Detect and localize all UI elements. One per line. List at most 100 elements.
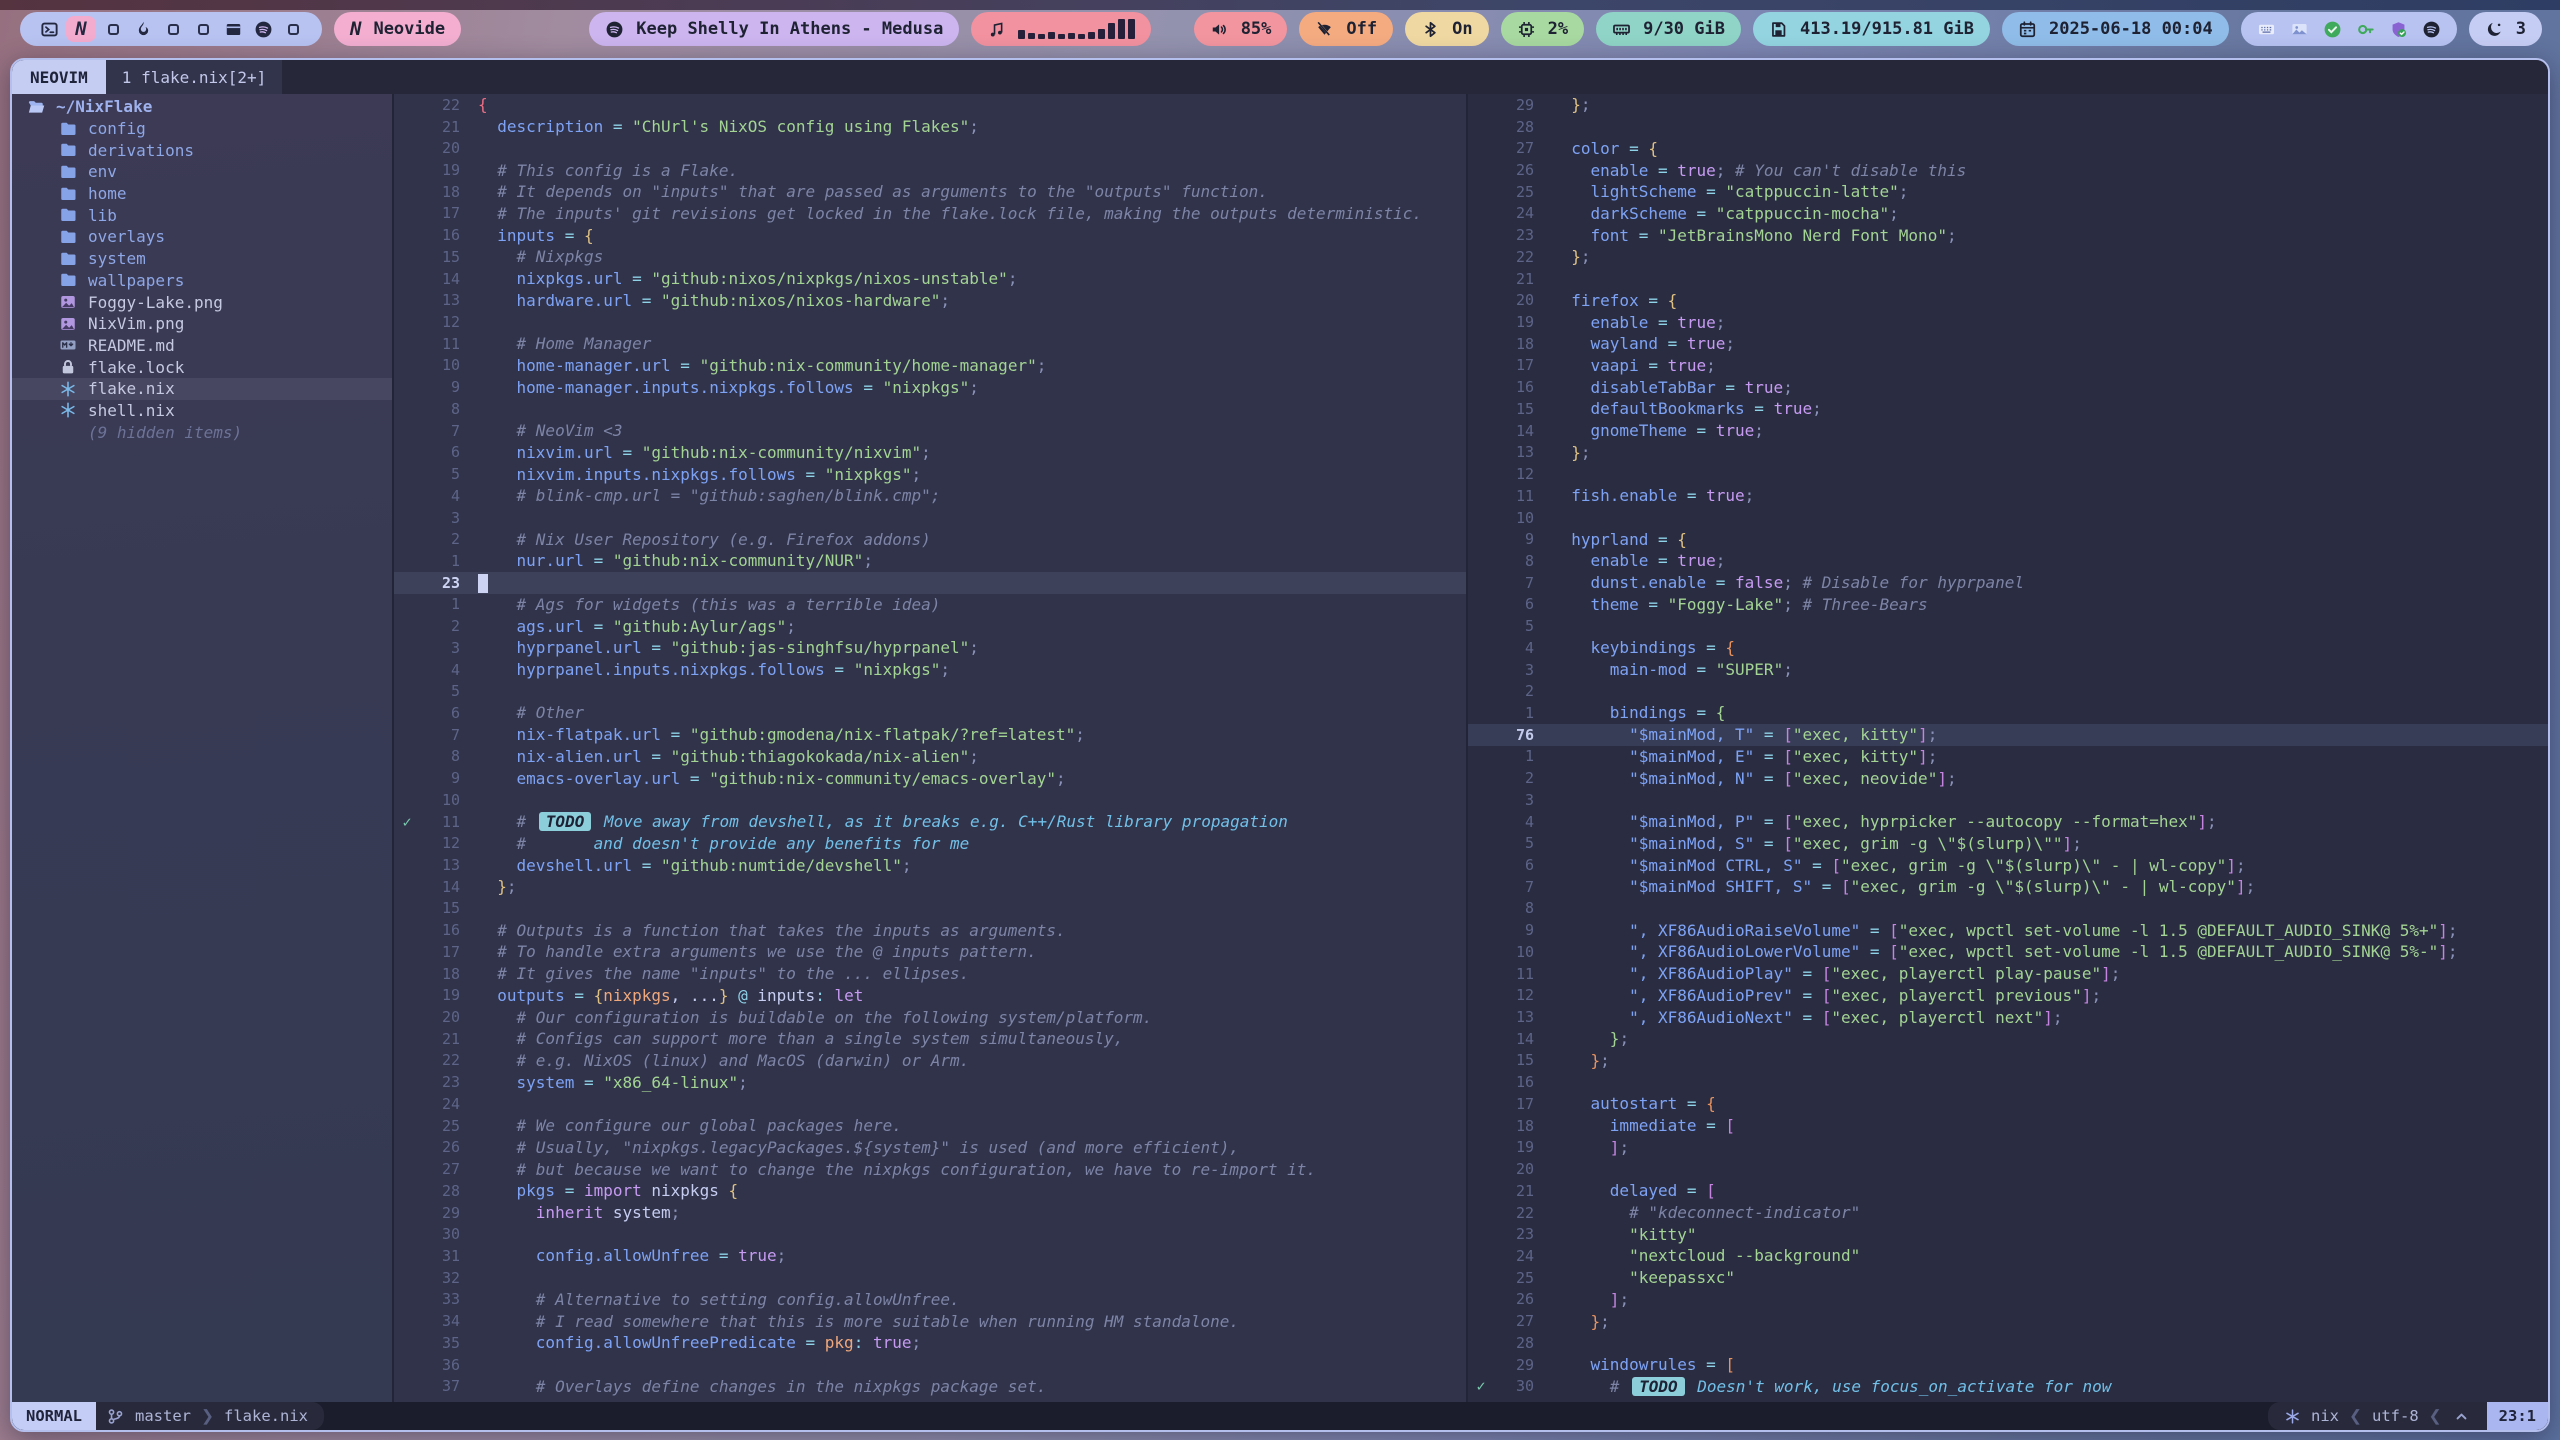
code-line[interactable]: 18 immediate = [ <box>1468 1115 2548 1137</box>
code-line[interactable]: 9 hyprland = { <box>1468 528 2548 550</box>
tree-item-env[interactable]: env <box>12 161 392 183</box>
workspace-9-empty[interactable] <box>278 16 308 42</box>
shield-check-icon[interactable] <box>2389 20 2408 39</box>
code-line[interactable]: 17 # To handle extra arguments we use th… <box>394 941 1466 963</box>
code-line[interactable]: ✓30 # TODO Doesn't work, use focus_on_ac… <box>1468 1375 2548 1397</box>
code-line[interactable]: 23 <box>394 572 1466 594</box>
code-line[interactable]: 8 nix-alien.url = "github:thiagokokada/n… <box>394 746 1466 768</box>
code-line[interactable]: 17 autostart = { <box>1468 1093 2548 1115</box>
code-line[interactable]: 13 hardware.url = "github:nixos/nixos-ha… <box>394 289 1466 311</box>
code-line[interactable]: 34 # I read somewhere that this is more … <box>394 1310 1466 1332</box>
code-line[interactable]: 17 vaapi = true; <box>1468 355 2548 377</box>
code-line[interactable]: 16 inputs = { <box>394 224 1466 246</box>
code-line[interactable]: 1 "$mainMod, E" = ["exec, kitty"]; <box>1468 746 2548 768</box>
code-line[interactable]: 4 hyprpanel.inputs.nixpkgs.follows = "ni… <box>394 659 1466 681</box>
code-line[interactable]: 11 # Home Manager <box>394 333 1466 355</box>
code-line[interactable]: 4 # blink-cmp.url = "github:saghen/blink… <box>394 485 1466 507</box>
code-line[interactable]: 19 outputs = {nixpkgs, ...} @ inputs: le… <box>394 984 1466 1006</box>
code-line[interactable]: 14 }; <box>394 876 1466 898</box>
code-line[interactable]: 23 "kitty" <box>1468 1223 2548 1245</box>
code-line[interactable]: 35 config.allowUnfreePredicate = pkg: tr… <box>394 1332 1466 1354</box>
code-line[interactable]: 15 defaultBookmarks = true; <box>1468 398 2548 420</box>
code-line[interactable]: 16 # Outputs is a function that takes th… <box>394 919 1466 941</box>
code-line[interactable]: 27 }; <box>1468 1310 2548 1332</box>
code-line[interactable]: 16 <box>1468 1071 2548 1093</box>
workspace-5-empty[interactable] <box>158 16 188 42</box>
code-line[interactable]: 26 # Usually, "nixpkgs.legacyPackages.${… <box>394 1137 1466 1159</box>
code-line[interactable]: 26 enable = true; # You can't disable th… <box>1468 159 2548 181</box>
disk-pill[interactable]: 413.19/915.81 GiB <box>1753 12 1990 46</box>
code-line[interactable]: 33 # Alternative to setting config.allow… <box>394 1289 1466 1311</box>
code-line[interactable]: 15 }; <box>1468 1050 2548 1072</box>
code-line[interactable]: 21 # Configs can support more than a sin… <box>394 1028 1466 1050</box>
code-line[interactable]: 2 "$mainMod, N" = ["exec, neovide"]; <box>1468 767 2548 789</box>
code-line[interactable]: 22 # "kdeconnect-indicator" <box>1468 1202 2548 1224</box>
code-line[interactable]: 29 }; <box>1468 94 2548 116</box>
code-line[interactable]: 6 # Other <box>394 702 1466 724</box>
editor-pane-left[interactable]: 22{21 description = "ChUrl's NixOS confi… <box>394 94 1466 1402</box>
code-line[interactable]: 37 # Overlays define changes in the nixp… <box>394 1375 1466 1397</box>
workspace-4-flame[interactable] <box>128 16 158 42</box>
screenshot-icon[interactable] <box>2290 20 2309 39</box>
code-line[interactable]: 13 ", XF86AudioNext" = ["exec, playerctl… <box>1468 1006 2548 1028</box>
code-line[interactable]: 17 # The inputs' git revisions get locke… <box>394 203 1466 225</box>
memory-pill[interactable]: 9/30 GiB <box>1596 12 1741 46</box>
code-line[interactable]: 19 enable = true; <box>1468 311 2548 333</box>
code-line[interactable]: 3 main-mod = "SUPER"; <box>1468 659 2548 681</box>
code-line[interactable]: 22{ <box>394 94 1466 116</box>
code-line[interactable]: 31 config.allowUnfree = true; <box>394 1245 1466 1267</box>
code-line[interactable]: 12 <box>1468 463 2548 485</box>
notifications-pill[interactable]: 3 <box>2469 12 2542 46</box>
code-line[interactable]: 2 ags.url = "github:Aylur/ags"; <box>394 615 1466 637</box>
tree-item-shell.nix[interactable]: shell.nix <box>12 400 392 422</box>
code-line[interactable]: 12 ", XF86AudioPrev" = ["exec, playerctl… <box>1468 984 2548 1006</box>
clock-pill[interactable]: 2025-06-18 00:04 <box>2002 12 2229 46</box>
tree-item-lib[interactable]: lib <box>12 204 392 226</box>
code-line[interactable]: 10 <box>1468 507 2548 529</box>
code-line[interactable]: 21 delayed = [ <box>1468 1180 2548 1202</box>
code-line[interactable]: 18 wayland = true; <box>1468 333 2548 355</box>
code-line[interactable]: 14 }; <box>1468 1028 2548 1050</box>
code-line[interactable]: 14 nixpkgs.url = "github:nixos/nixpkgs/n… <box>394 268 1466 290</box>
tree-item-system[interactable]: system <box>12 248 392 270</box>
code-line[interactable]: 16 disableTabBar = true; <box>1468 376 2548 398</box>
code-line[interactable]: 4 "$mainMod, P" = ["exec, hyprpicker --a… <box>1468 811 2548 833</box>
code-line[interactable]: 20 # Our configuration is buildable on t… <box>394 1006 1466 1028</box>
code-line[interactable]: 29 windowrules = [ <box>1468 1354 2548 1376</box>
code-line[interactable]: 18 # It gives the name "inputs" to the .… <box>394 963 1466 985</box>
code-line[interactable]: 10 ", XF86AudioLowerVolume" = ["exec, wp… <box>1468 941 2548 963</box>
code-line[interactable]: 11 ", XF86AudioPlay" = ["exec, playerctl… <box>1468 963 2548 985</box>
code-line[interactable]: 21 <box>1468 268 2548 290</box>
code-line[interactable]: 76 "$mainMod, T" = ["exec, kitty"]; <box>1468 724 2548 746</box>
code-line[interactable]: 19 ]; <box>1468 1137 2548 1159</box>
code-line[interactable]: 14 gnomeTheme = true; <box>1468 420 2548 442</box>
tree-item-flake.lock[interactable]: flake.lock <box>12 356 392 378</box>
code-line[interactable]: 24 "nextcloud --background" <box>1468 1245 2548 1267</box>
code-line[interactable]: 28 pkgs = import nixpkgs { <box>394 1180 1466 1202</box>
workspace-7-files[interactable] <box>218 16 248 42</box>
workspace-6-empty[interactable] <box>188 16 218 42</box>
code-line[interactable]: 6 theme = "Foggy-Lake"; # Three-Bears <box>1468 594 2548 616</box>
code-line[interactable]: 27 color = { <box>1468 137 2548 159</box>
code-line[interactable]: 25 lightScheme = "catppuccin-latte"; <box>1468 181 2548 203</box>
tree-item-overlays[interactable]: overlays <box>12 226 392 248</box>
code-line[interactable]: 7 nix-flatpak.url = "github:gmodena/nix-… <box>394 724 1466 746</box>
code-line[interactable]: 8 <box>1468 898 2548 920</box>
code-line[interactable]: 5 "$mainMod, S" = ["exec, grim -g \"$(sl… <box>1468 832 2548 854</box>
code-line[interactable]: 32 <box>394 1267 1466 1289</box>
workspace-3-empty[interactable] <box>98 16 128 42</box>
code-line[interactable]: 9 emacs-overlay.url = "github:nix-commun… <box>394 767 1466 789</box>
code-line[interactable]: 20 <box>1468 1158 2548 1180</box>
cpu-pill[interactable]: 2% <box>1501 12 1584 46</box>
code-line[interactable]: 23 font = "JetBrainsMono Nerd Font Mono"… <box>1468 224 2548 246</box>
code-line[interactable]: 2 <box>1468 680 2548 702</box>
code-line[interactable]: ✓11 # TODO Move away from devshell, as i… <box>394 811 1466 833</box>
code-line[interactable]: 22 }; <box>1468 246 2548 268</box>
spotify-tray-icon[interactable] <box>2422 20 2441 39</box>
code-line[interactable]: 5 <box>394 680 1466 702</box>
check-circle-icon[interactable] <box>2323 20 2342 39</box>
code-line[interactable]: 6 nixvim.url = "github:nix-community/nix… <box>394 442 1466 464</box>
code-line[interactable]: 24 darkScheme = "catppuccin-mocha"; <box>1468 203 2548 225</box>
code-line[interactable]: 25 # We configure our global packages he… <box>394 1115 1466 1137</box>
code-line[interactable]: 10 <box>394 789 1466 811</box>
